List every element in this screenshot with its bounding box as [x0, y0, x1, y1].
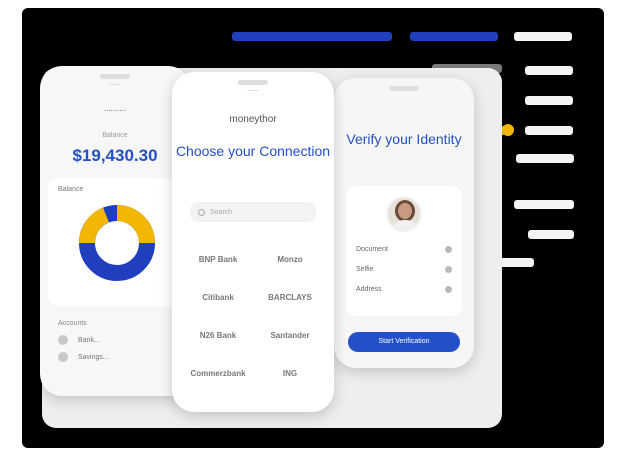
donut-segment-yellow — [116, 205, 155, 244]
list-item-label: Bank... — [78, 336, 100, 344]
search-placeholder: Search — [210, 208, 233, 216]
bank-option[interactable]: Santander — [258, 328, 322, 344]
donut-segment-yellow — [78, 207, 110, 244]
bank-option[interactable]: ING — [258, 366, 322, 382]
verify-row[interactable]: Selfie — [356, 266, 452, 273]
brand-logo: moneythor — [229, 114, 277, 125]
bank-grid: BNP Bank Monzo Citibank BARCLAYS N26 Ban… — [186, 252, 322, 382]
bank-option[interactable]: Citibank — [186, 290, 250, 306]
donut-chart — [78, 205, 155, 281]
verify-row-label: Selfie — [356, 266, 374, 273]
bg-bar — [525, 66, 573, 75]
bank-option[interactable]: BARCLAYS — [258, 290, 322, 306]
verify-row-label: Document — [356, 246, 388, 253]
balance-label: Balance — [102, 132, 128, 139]
bg-bar — [410, 32, 498, 41]
balance-amount: $19,430.30 — [72, 146, 158, 165]
verify-row-label: Address — [356, 286, 382, 293]
avatar — [386, 196, 422, 232]
account-name: .......... — [103, 104, 127, 113]
phone-header: ...... — [247, 86, 259, 93]
phone-header: ...... — [109, 80, 121, 87]
bank-option[interactable]: Monzo — [258, 252, 322, 268]
bg-bar — [514, 200, 574, 209]
bg-bar — [514, 32, 572, 41]
verify-row[interactable]: Document — [356, 246, 452, 253]
search-icon — [198, 208, 205, 216]
bg-bar — [525, 126, 573, 135]
list-item[interactable]: Savings... — [58, 352, 178, 362]
hero-scene: ...... .......... Balance $19,430.30 Bal… — [22, 8, 604, 448]
accounts-header: Accounts — [58, 320, 87, 327]
check-icon — [445, 266, 452, 273]
phone-notch — [100, 74, 130, 79]
bg-bar — [516, 154, 574, 163]
chart-title: Balance — [58, 186, 84, 193]
check-icon — [445, 246, 452, 253]
search-input[interactable]: Search — [190, 202, 316, 222]
list-item[interactable]: Bank... — [58, 335, 178, 345]
verify-title: Verify your Identity — [346, 131, 462, 147]
bg-bar — [528, 230, 574, 239]
bank-option[interactable]: Commerzbank — [186, 366, 250, 382]
balance-chart-card: Balance Thu... — [48, 178, 182, 306]
accounts-list: Accounts Bank... Savings... — [58, 320, 178, 369]
bank-icon — [58, 335, 68, 345]
connection-phone: ...... moneythor Choose your Connection … — [172, 72, 334, 412]
donut-label: Thu... — [104, 250, 122, 257]
bank-icon — [58, 352, 68, 362]
verify-row[interactable]: Address — [356, 286, 452, 293]
bg-dot — [502, 124, 514, 136]
identity-card: Document Selfie Address — [346, 186, 462, 316]
connection-title: Choose your Connection — [175, 143, 331, 159]
bank-option[interactable]: N26 Bank — [186, 328, 250, 344]
start-verification-button[interactable]: Start Verification — [348, 332, 460, 352]
phone-notch — [389, 86, 419, 91]
bg-bar — [232, 32, 392, 41]
check-icon — [445, 286, 452, 293]
verify-phone: Verify your Identity Document Selfie Add… — [334, 78, 474, 368]
list-item-label: Savings... — [78, 353, 109, 361]
bank-option[interactable]: BNP Bank — [186, 252, 250, 268]
balance-phone: ...... .......... Balance $19,430.30 Bal… — [40, 66, 190, 396]
phone-notch — [238, 80, 268, 85]
bg-bar — [525, 96, 573, 105]
